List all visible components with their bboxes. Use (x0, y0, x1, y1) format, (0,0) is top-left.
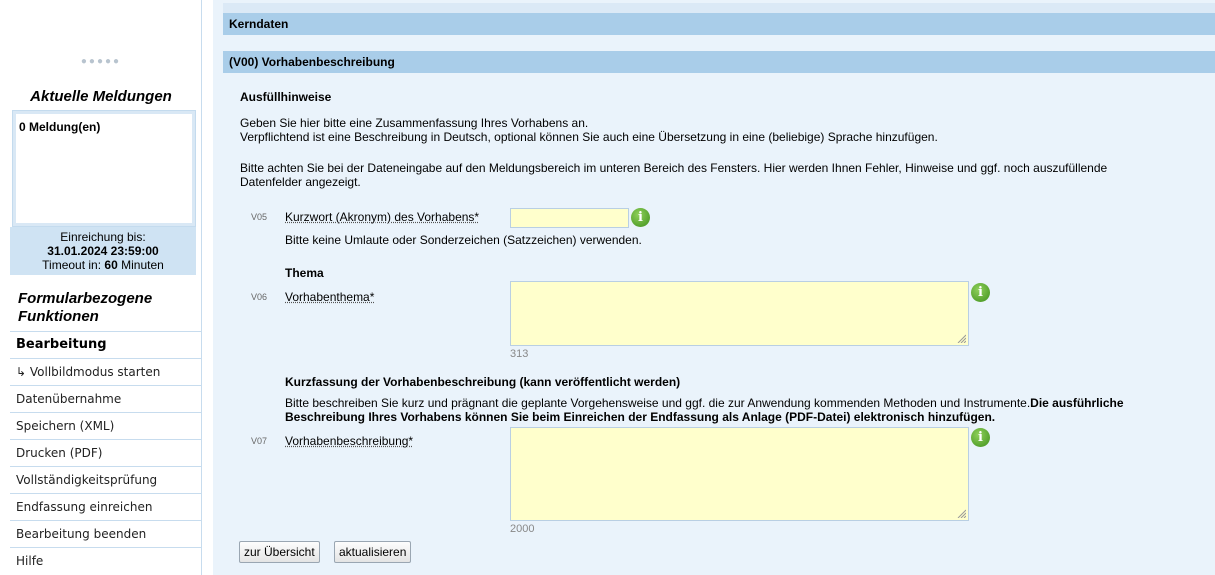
resize-grip-icon[interactable] (956, 508, 966, 518)
theme-title: Thema (285, 266, 324, 280)
refresh-button[interactable]: aktualisieren (334, 541, 412, 563)
description-char-counter: 2000 (510, 523, 535, 535)
summary-hint: Bitte beschreiben Sie kurz und prägnant … (285, 396, 1210, 424)
info-icon[interactable]: i (631, 208, 650, 227)
section-bar: Kerndaten (223, 13, 1215, 35)
acronym-note: Bitte keine Umlaute oder Sonderzeichen (… (285, 233, 642, 247)
timeout-value: 60 (104, 258, 118, 272)
deadline-box: Einreichung bis: 31.01.2024 23:59:00 Tim… (10, 227, 196, 275)
sidebar: ●●●●● Aktuelle Meldungen 0 Meldung(en) E… (0, 0, 202, 575)
top-strip (223, 3, 1215, 13)
menu-heading-bearbeitung: Bearbeitung (10, 331, 202, 358)
menu-help[interactable]: Hilfe (10, 547, 202, 574)
messages-count: 0 Meldung(en) (19, 120, 101, 134)
theme-label: Vorhabenthema* (285, 290, 375, 304)
menu-print-pdf[interactable]: Drucken (PDF) (10, 439, 202, 466)
acronym-input[interactable] (510, 208, 629, 228)
menu-data-import[interactable]: Datenübernahme (10, 385, 202, 412)
subsection-bar: (V00) Vorhabenbeschreibung (223, 51, 1215, 73)
theme-char-counter: 313 (510, 348, 529, 360)
menu-fullscreen[interactable]: ↳ Vollbildmodus starten (10, 358, 202, 385)
menu-submit-final[interactable]: Endfassung einreichen (10, 493, 202, 520)
field-code-v07: V07 (251, 436, 268, 446)
theme-textarea[interactable] (510, 281, 969, 346)
messages-title: Aktuelle Meldungen (30, 88, 172, 105)
hint-line-4: Datenfelder angezeigt. (240, 175, 361, 189)
hint-line-2: Verpflichtend ist eine Beschreibung in D… (240, 130, 938, 144)
acronym-label: Kurzwort (Akronym) des Vorhabens* (285, 210, 480, 224)
main-area: Kerndaten (V00) Vorhabenbeschreibung Aus… (213, 0, 1215, 575)
deadline-label: Einreichung bis: (60, 230, 146, 244)
logo-dots: ●●●●● (80, 56, 122, 67)
menu-save-xml[interactable]: Speichern (XML) (10, 412, 202, 439)
summary-hint-bold-2: Beschreibung Ihres Vorhabens können Sie … (285, 410, 996, 424)
hint-line-1: Geben Sie hier bitte eine Zusammenfassun… (240, 116, 589, 130)
summary-title: Kurzfassung der Vorhabenbeschreibung (ka… (285, 375, 681, 389)
timeout-prefix: Timeout in: (42, 258, 102, 272)
side-menu: Bearbeitung ↳ Vollbildmodus starten Date… (10, 331, 202, 574)
description-textarea[interactable] (510, 427, 969, 521)
summary-hint-normal: Bitte beschreiben Sie kurz und prägnant … (285, 396, 1031, 410)
field-code-v05: V05 (251, 212, 268, 222)
overview-button[interactable]: zur Übersicht (239, 541, 320, 563)
info-icon[interactable]: i (971, 428, 990, 447)
hint-line-3: Bitte achten Sie bei der Dateneingabe au… (240, 161, 1108, 175)
resize-grip-icon[interactable] (956, 333, 966, 343)
deadline-value: 31.01.2024 23:59:00 (47, 244, 159, 258)
functions-title: Formularbezogene Funktionen (18, 290, 153, 325)
timeout-line: Timeout in: 60 Minuten (10, 258, 196, 272)
info-icon[interactable]: i (971, 283, 990, 302)
menu-end-editing[interactable]: Bearbeitung beenden (10, 520, 202, 547)
field-code-v06: V06 (251, 292, 268, 302)
hints-title: Ausfüllhinweise (240, 90, 332, 104)
menu-completeness-check[interactable]: Vollständigkeitsprüfung (10, 466, 202, 493)
summary-hint-bold-1: Die ausführliche (1030, 396, 1124, 410)
timeout-suffix: Minuten (121, 258, 164, 272)
description-label: Vorhabenbeschreibung* (285, 434, 414, 448)
messages-box: 0 Meldung(en) (12, 110, 196, 227)
